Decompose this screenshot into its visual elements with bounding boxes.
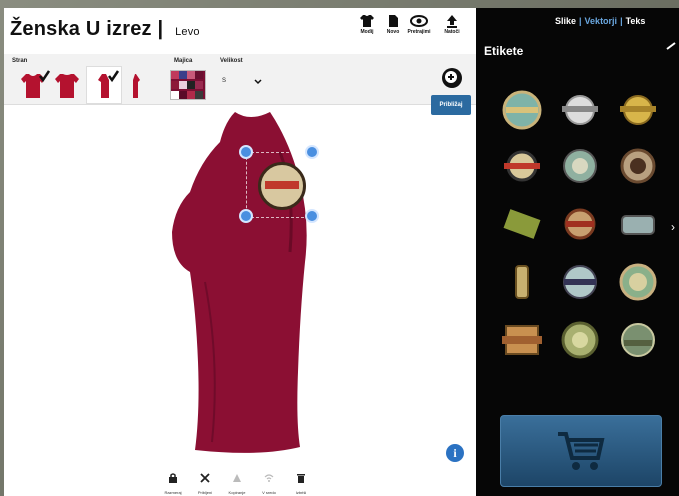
page-title: Ženska U izrez | Levo <box>10 18 200 41</box>
resize-handle-top-right[interactable] <box>305 145 319 159</box>
label-item[interactable] <box>560 90 600 130</box>
label-item[interactable] <box>502 146 542 186</box>
center-button-label: V sredo <box>262 490 276 495</box>
size-select[interactable]: S <box>220 70 268 88</box>
upload-icon <box>447 15 457 28</box>
upload-button[interactable]: Natoči <box>437 14 467 35</box>
tab-text[interactable]: Teks <box>626 16 646 26</box>
preview-button-label: Pretrajimi <box>407 29 431 35</box>
label-item[interactable] <box>560 262 600 302</box>
side-right-option[interactable] <box>128 70 148 100</box>
tab-vectors[interactable]: Vektorji <box>585 16 618 26</box>
chevron-icon[interactable] <box>665 40 677 52</box>
clipart-tabs: Slike | Vektorji | Teks <box>555 16 646 26</box>
label-item[interactable] <box>560 320 600 360</box>
title-separator: | <box>157 18 164 40</box>
chevron-down-icon <box>254 79 262 85</box>
side-label: Stran <box>12 58 28 64</box>
label-item[interactable] <box>618 90 658 130</box>
preview-button[interactable]: Pretrajimi <box>404 14 434 35</box>
view-side-label: Levo <box>175 26 200 38</box>
side-front-option[interactable] <box>18 70 50 100</box>
label-item[interactable] <box>618 262 658 302</box>
warning-icon <box>233 474 241 482</box>
pin-button[interactable]: Pribljeni <box>190 470 220 495</box>
side-back-option[interactable] <box>52 70 80 100</box>
copy-button[interactable]: Kopiranje <box>222 470 252 495</box>
cart-icon <box>558 432 605 470</box>
trash-icon <box>297 474 305 483</box>
label-item[interactable] <box>502 204 542 244</box>
delete-button-label: Izbriši <box>295 490 307 495</box>
chevron-right-icon[interactable]: › <box>671 220 675 234</box>
size-label: Velikost <box>220 58 243 64</box>
zoom-tooltip: Približaj <box>431 95 471 115</box>
info-button[interactable]: i <box>446 444 464 462</box>
add-to-cart-button[interactable] <box>500 415 662 487</box>
label-item[interactable] <box>618 146 658 186</box>
label-item[interactable] <box>560 146 600 186</box>
resize-handle-bottom-left[interactable] <box>239 209 253 223</box>
lock-button-label: Razmeraj <box>164 490 182 495</box>
label-item[interactable] <box>618 204 658 244</box>
label-item[interactable] <box>618 320 658 360</box>
label-item[interactable] <box>502 90 542 130</box>
upload-button-label: Natoči <box>444 29 460 35</box>
tab-images[interactable]: Slike <box>555 16 576 26</box>
resize-handle-top-left[interactable] <box>239 145 253 159</box>
label-item[interactable] <box>502 262 542 302</box>
size-value: S <box>222 78 227 84</box>
pin-button-label: Pribljeni <box>197 490 213 495</box>
delete-button[interactable]: Izbriši <box>286 470 316 495</box>
selection-box[interactable] <box>246 152 314 218</box>
lock-button[interactable]: Razmeraj <box>158 470 188 495</box>
resize-handle-bottom-right[interactable] <box>305 209 319 223</box>
category-heading: Etikete <box>484 44 524 58</box>
label-item[interactable] <box>502 320 542 360</box>
side-left-option[interactable] <box>92 70 120 100</box>
shirt-color-swatch[interactable] <box>170 70 206 100</box>
shirt-color-label: Majica <box>174 58 193 64</box>
zoom-in-button[interactable] <box>440 66 464 90</box>
eye-icon <box>410 15 428 27</box>
close-icon <box>200 473 210 483</box>
product-title: Ženska U izrez <box>10 18 152 40</box>
shirt-icon <box>360 15 374 27</box>
wifi-icon <box>264 474 274 482</box>
label-item[interactable] <box>560 204 600 244</box>
center-button[interactable]: V sredo <box>254 470 284 495</box>
document-icon <box>389 15 398 27</box>
lock-icon <box>169 473 177 483</box>
copy-button-label: Kopiranje <box>228 490 246 495</box>
